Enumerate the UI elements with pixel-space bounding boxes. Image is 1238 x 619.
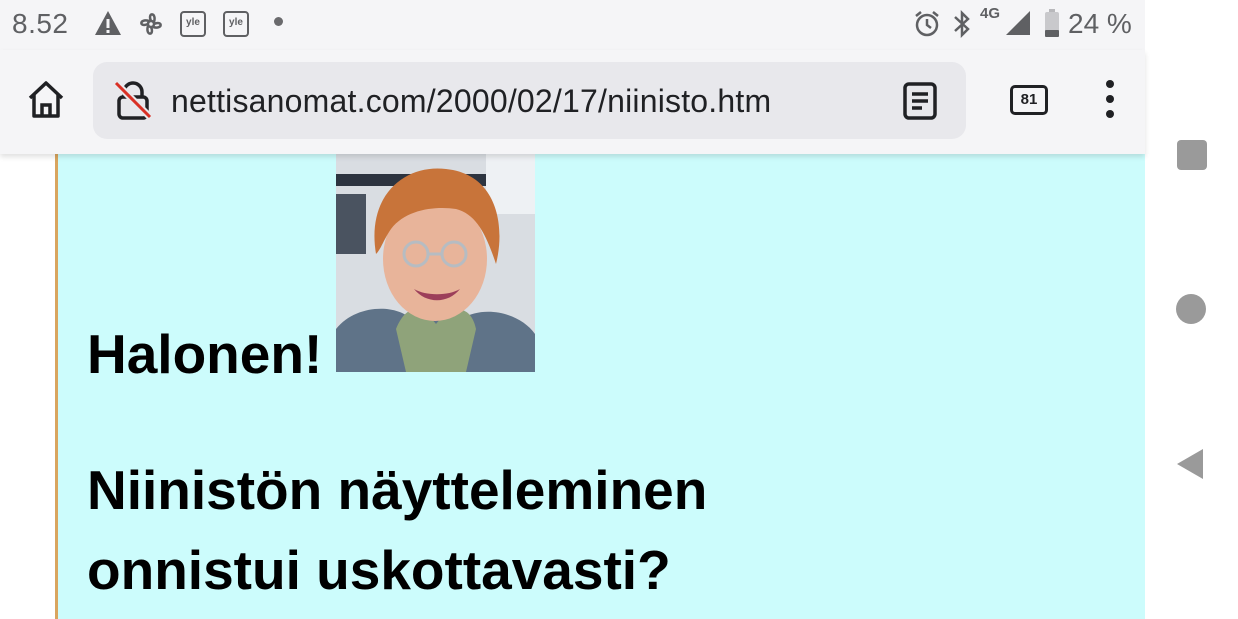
system-nav-bar	[1145, 0, 1238, 619]
heading-halonen: Halonen!	[87, 323, 323, 385]
status-bar: 8.52 yle yle 4G 24 %	[0, 0, 1145, 50]
heading-niinisto: Niinistön näytteleminen onnistui uskotta…	[87, 459, 708, 601]
insecure-lock-icon[interactable]	[113, 80, 153, 120]
yle-icon: yle	[180, 11, 206, 37]
tab-count-button[interactable]: 81	[1010, 85, 1048, 115]
home-icon[interactable]	[26, 78, 66, 120]
portrait-photo	[336, 154, 535, 372]
network-type: 4G	[980, 5, 1001, 22]
address-bar[interactable]: nettisanomat.com/2000/02/17/niinisto.htm	[93, 62, 966, 139]
side-column	[835, 154, 1145, 619]
battery-icon	[1045, 9, 1059, 37]
fan-icon	[140, 13, 162, 35]
clock-time: 8.52	[12, 8, 69, 39]
home-nav-button[interactable]	[1176, 294, 1206, 324]
battery-percent: 24 %	[1068, 8, 1132, 39]
browser-toolbar: nettisanomat.com/2000/02/17/niinisto.htm…	[0, 50, 1145, 154]
yle-icon: yle	[223, 11, 249, 37]
signal-icon	[1006, 11, 1030, 35]
recents-button[interactable]	[1177, 140, 1207, 170]
dot-icon	[274, 17, 283, 26]
reader-mode-icon[interactable]	[903, 82, 937, 120]
bluetooth-icon	[954, 9, 970, 39]
web-page: Halonen! Niinistön näytteleminen onnistu…	[0, 154, 1145, 619]
overflow-menu-icon[interactable]	[1101, 80, 1119, 124]
warning-icon	[95, 11, 121, 35]
url-text[interactable]: nettisanomat.com/2000/02/17/niinisto.htm	[171, 83, 771, 120]
alarm-icon	[915, 11, 939, 37]
back-icon[interactable]	[1175, 447, 1205, 481]
